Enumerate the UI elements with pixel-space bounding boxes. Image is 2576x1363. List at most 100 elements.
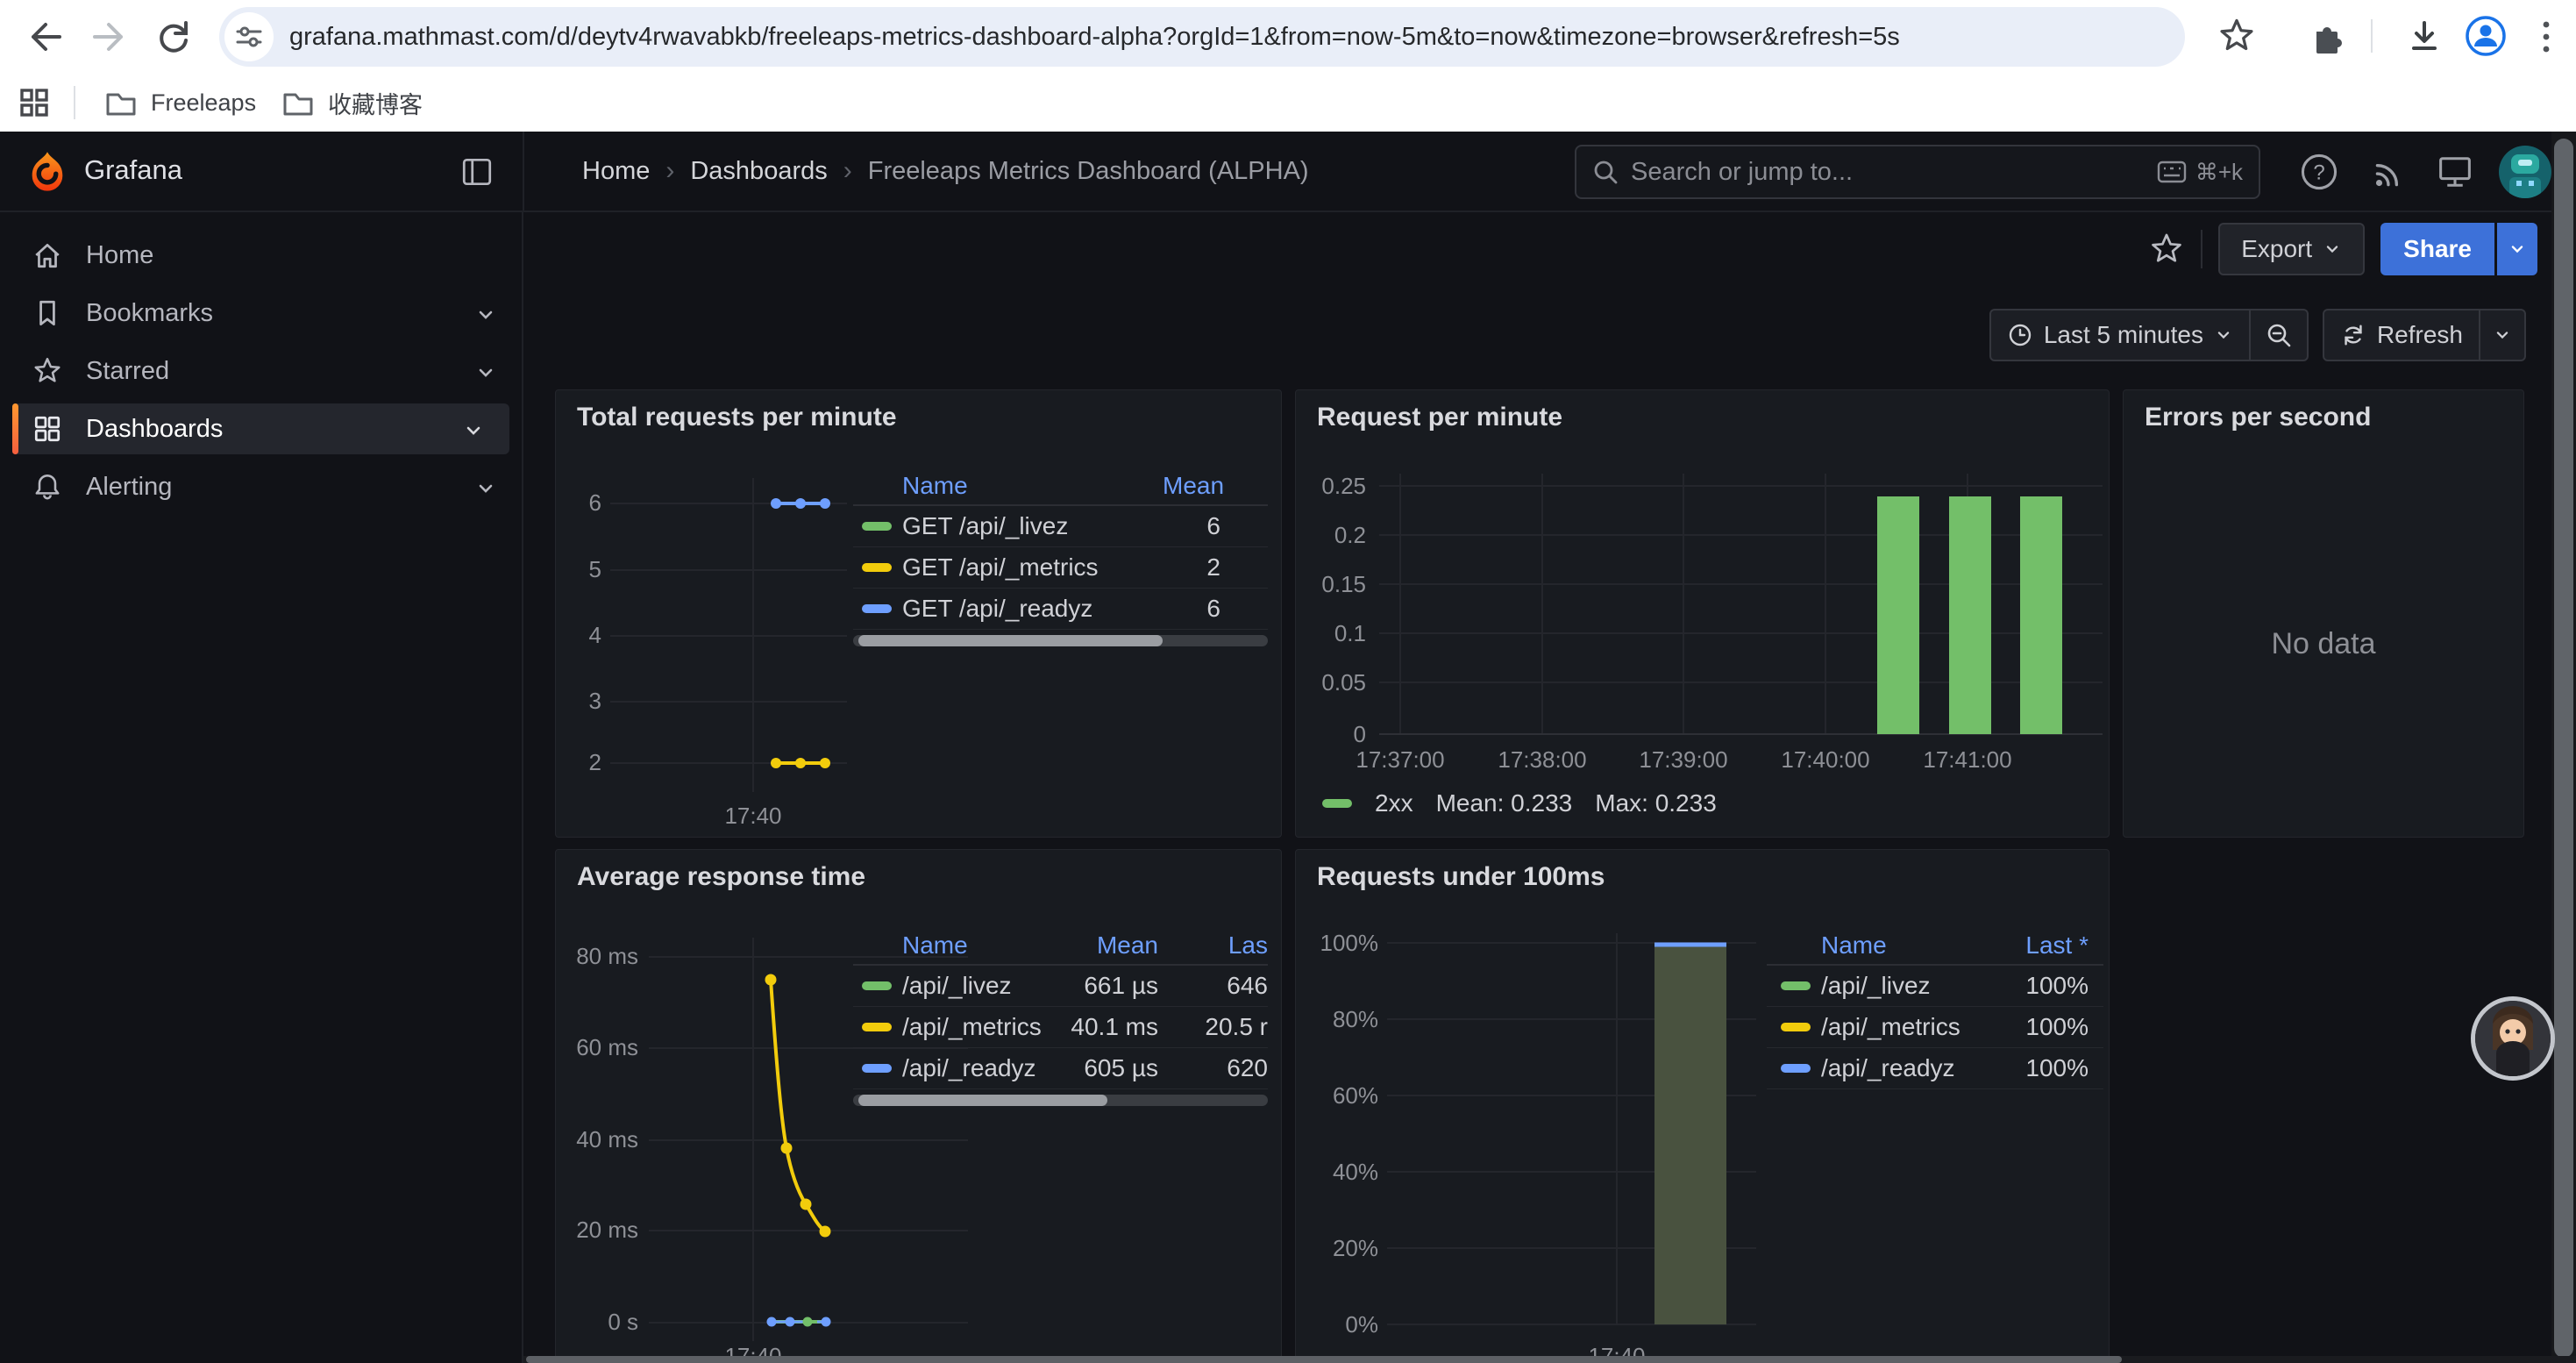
news-rss-icon[interactable] (2366, 149, 2412, 195)
breadcrumb-current: Freeleaps Metrics Dashboard (ALPHA) (868, 157, 1309, 186)
time-controls: Last 5 minutes Refresh (1989, 309, 2526, 361)
refresh-interval-dropdown[interactable] (2480, 310, 2524, 360)
legend-mean-header[interactable]: Mean (1044, 931, 1158, 960)
profile-avatar-icon[interactable] (2464, 14, 2508, 58)
chevron-down-icon[interactable] (474, 477, 497, 500)
series-mean: 6 (1163, 512, 1268, 540)
legend-mean-header[interactable]: Mean (1163, 472, 1268, 500)
chevron-down-icon[interactable] (474, 361, 497, 384)
forward-icon[interactable] (88, 16, 130, 58)
y-tick: 20% (1303, 1235, 1378, 1262)
chevron-down-icon (2508, 239, 2527, 259)
search-box[interactable]: ⌘+k (1575, 145, 2260, 199)
panel-total-requests[interactable]: Total requests per minute 6 5 4 3 2 17:4… (555, 389, 1282, 838)
legend-scrollbar-thumb[interactable] (858, 1095, 1107, 1106)
share-button[interactable]: Share (2380, 223, 2494, 275)
dashboard-actions: Export Share (2148, 221, 2537, 277)
breadcrumb-dashboards[interactable]: Dashboards (690, 157, 827, 186)
legend-name-header[interactable]: Name (853, 931, 1044, 960)
legend-row[interactable]: /api/_livez 661 µs 646 (853, 966, 1268, 1007)
legend-row[interactable]: /api/_readyz 100% (1767, 1048, 2103, 1089)
url-bar[interactable] (219, 7, 2185, 67)
breadcrumb-separator: › (665, 156, 674, 186)
legend-header: Name Mean (853, 467, 1268, 506)
legend-name-header[interactable]: Name (1767, 931, 1998, 960)
reload-icon[interactable] (153, 16, 195, 58)
sidebar-item-alerting[interactable]: Alerting (0, 461, 522, 512)
series-name: GET /api/_metrics (902, 553, 1163, 582)
series-name: /api/_livez (1821, 972, 1998, 1000)
panel-avg-response-time[interactable]: Average response time 80 ms 60 ms 40 ms … (555, 849, 1282, 1363)
extensions-icon[interactable] (2306, 16, 2346, 56)
favorite-star-icon[interactable] (2148, 231, 2185, 268)
chevron-down-icon[interactable] (462, 419, 485, 442)
panel-errors-per-second[interactable]: Errors per second No data (2123, 389, 2524, 838)
site-settings-icon[interactable] (224, 12, 274, 61)
legend-row[interactable]: /api/_metrics 100% (1767, 1007, 2103, 1048)
menu-kebab-icon[interactable] (2537, 18, 2555, 56)
sidebar-item-home[interactable]: Home (0, 230, 522, 281)
legend-table: Name Mean GET /api/_livez 6 GET /api/_me… (853, 467, 1268, 646)
legend-row[interactable]: /api/_metrics 40.1 ms 20.5 r (853, 1007, 1268, 1048)
sidebar-item-dashboards[interactable]: Dashboards (12, 403, 509, 454)
horizontal-scrollbar-thumb[interactable] (526, 1356, 2122, 1363)
download-icon[interactable] (2404, 16, 2444, 56)
sidebar-item-starred[interactable]: Starred (0, 346, 522, 396)
time-range-picker[interactable]: Last 5 minutes (1991, 310, 2249, 360)
series-color-pill (862, 1023, 892, 1031)
legend-scrollbar-thumb[interactable] (858, 635, 1163, 646)
chevron-down-icon (2323, 239, 2342, 259)
apps-grid-icon[interactable] (18, 86, 51, 119)
series-mean: Mean: 0.233 (1436, 789, 1573, 817)
legend-table: Name Mean Las /api/_livez 661 µs 646 /ap… (853, 927, 1268, 1106)
monitor-icon[interactable] (2432, 149, 2478, 195)
series-max: Max: 0.233 (1595, 789, 1717, 817)
share-dropdown-button[interactable] (2497, 223, 2537, 275)
bookmark-folder-blog[interactable]: 收藏博客 (281, 81, 423, 125)
sidebar-nav: Home Bookmarks Starred Dashboards Alerti… (0, 212, 523, 1363)
active-indicator (12, 403, 18, 454)
series-last: 100% (1998, 972, 2103, 1000)
dashboards-grid-icon (32, 413, 63, 445)
y-tick: 60% (1303, 1082, 1378, 1110)
legend-row[interactable]: /api/_readyz 605 µs 620 (853, 1048, 1268, 1089)
legend-name-header[interactable]: Name (853, 472, 1163, 500)
refresh-button[interactable]: Refresh (2324, 310, 2479, 360)
legend-last-header[interactable]: Last * (1998, 931, 2103, 960)
x-tick: 17:39:00 (1631, 746, 1736, 774)
user-avatar[interactable] (2499, 146, 2551, 198)
help-icon[interactable]: ? (2296, 149, 2342, 195)
back-icon[interactable] (25, 16, 67, 58)
zoom-out-button[interactable] (2251, 310, 2307, 360)
panel-requests-under-100ms[interactable]: Requests under 100ms 100% 80% 60% 40% 20… (1295, 849, 2110, 1363)
y-tick: 0.05 (1303, 669, 1366, 696)
floating-assistant-avatar[interactable] (2471, 996, 2555, 1081)
legend-scrollbar[interactable] (853, 1095, 1268, 1106)
url-input[interactable] (289, 23, 2185, 52)
legend-row[interactable]: GET /api/_readyz 6 (853, 589, 1268, 630)
legend-row[interactable]: /api/_livez 100% (1767, 966, 2103, 1007)
vertical-scrollbar-thumb[interactable] (2554, 139, 2573, 1358)
bookmark-folder-freeleaps[interactable]: Freeleaps (103, 81, 256, 125)
assistant-avatar-image (2475, 1001, 2551, 1076)
panel-request-per-minute[interactable]: Request per minute 0.25 0.2 (1295, 389, 2110, 838)
grafana-logo[interactable] (25, 149, 70, 195)
legend-scrollbar[interactable] (853, 635, 1268, 646)
legend-inline[interactable]: 2xx Mean: 0.233 Max: 0.233 (1322, 789, 1717, 817)
series-mean: 2 (1163, 553, 1268, 582)
folder-icon (281, 85, 316, 120)
sidebar-toggle-icon[interactable] (459, 154, 495, 189)
export-button[interactable]: Export (2218, 223, 2365, 275)
sidebar-item-bookmarks[interactable]: Bookmarks (0, 288, 522, 339)
search-input[interactable] (1631, 158, 2157, 187)
legend-last-header[interactable]: Las (1158, 931, 1268, 960)
legend-row[interactable]: GET /api/_livez 6 (853, 506, 1268, 547)
legend-row[interactable]: GET /api/_metrics 2 (853, 547, 1268, 589)
x-tick: 17:40:00 (1773, 746, 1878, 774)
breadcrumb-home[interactable]: Home (582, 157, 650, 186)
sidebar-item-label: Alerting (86, 473, 172, 502)
no-data-message: No data (2124, 627, 2523, 661)
chevron-down-icon[interactable] (474, 303, 497, 326)
bookmark-star-icon[interactable] (2217, 16, 2257, 56)
y-tick: 100% (1303, 930, 1378, 957)
